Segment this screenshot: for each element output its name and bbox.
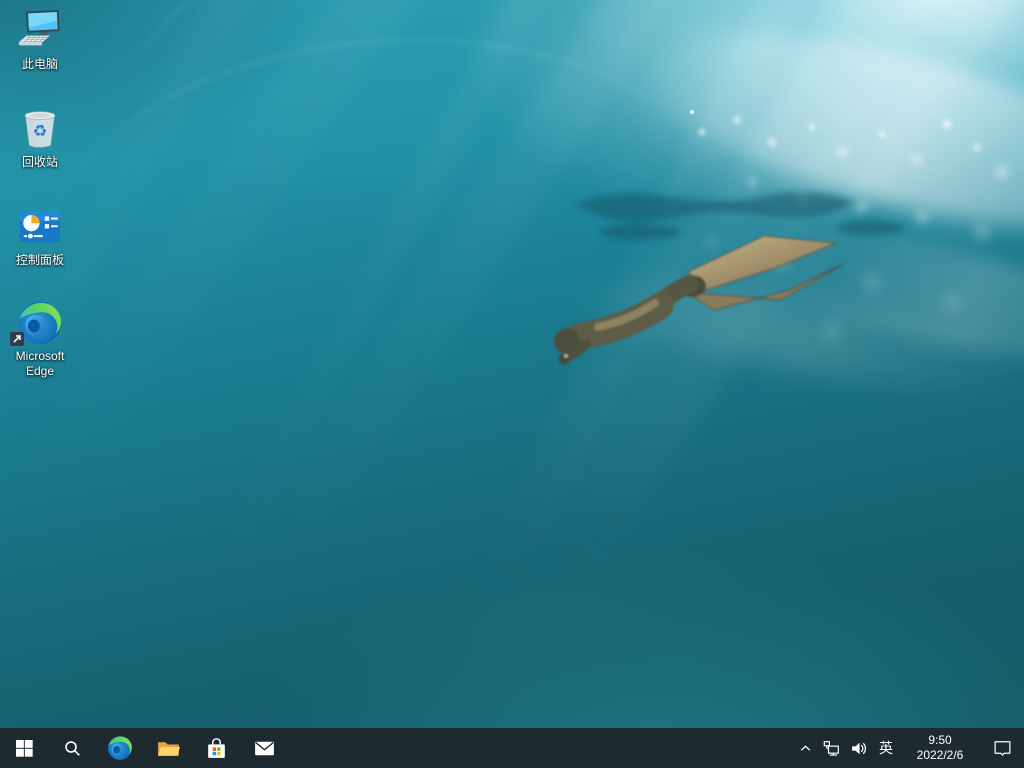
this-pc-icon	[17, 8, 63, 54]
desktop-icon-control-panel[interactable]: 控制面板	[1, 204, 79, 268]
action-center-icon	[993, 740, 1012, 757]
desktop-icon-label: 此电脑	[22, 57, 58, 72]
control-panel-icon	[17, 204, 63, 250]
mail-icon	[252, 736, 277, 761]
network-button[interactable]	[818, 728, 845, 768]
desktop-icon-recycle-bin[interactable]: ♻ 回收站	[1, 106, 79, 170]
ethernet-network-icon	[823, 740, 840, 757]
file-explorer-button[interactable]	[144, 728, 192, 768]
microsoft-store-icon	[204, 736, 229, 761]
desktop-icon-microsoft-edge[interactable]: Microsoft Edge	[1, 300, 79, 379]
folder-icon	[156, 736, 181, 761]
sunlight-sparkles	[690, 110, 694, 114]
tray-chevron-button[interactable]	[792, 728, 818, 768]
ime-language-button[interactable]: 英	[872, 728, 900, 768]
chevron-up-icon	[798, 741, 813, 756]
store-button[interactable]	[192, 728, 240, 768]
edge-icon	[17, 300, 63, 346]
speaker-icon	[850, 740, 867, 757]
desktop-wallpaper	[0, 0, 1024, 768]
desktop-icon-label: Microsoft Edge	[1, 349, 79, 379]
edge-icon	[107, 735, 133, 761]
system-tray: 英 9:50 2022/2/6	[792, 728, 1024, 768]
volume-button[interactable]	[845, 728, 872, 768]
svg-text:♻: ♻	[33, 122, 48, 141]
desktop-icon-label: 回收站	[22, 155, 58, 170]
search-button[interactable]	[48, 728, 96, 768]
taskbar: 英 9:50 2022/2/6	[0, 728, 1024, 768]
tray-time: 9:50	[928, 733, 951, 748]
shortcut-arrow-overlay	[10, 332, 24, 346]
windows-desktop: 此电脑 ♻ 回收站	[0, 0, 1024, 768]
recycle-bin-icon: ♻	[17, 106, 63, 152]
action-center-button[interactable]	[980, 728, 1024, 768]
tray-date: 2022/2/6	[917, 748, 964, 763]
taskbar-empty-area	[288, 728, 792, 768]
edge-taskbar-button[interactable]	[96, 728, 144, 768]
clock-button[interactable]: 9:50 2022/2/6	[900, 728, 980, 768]
desktop-icon-label: 控制面板	[16, 253, 64, 268]
windows-logo-icon	[16, 740, 33, 757]
start-button[interactable]	[0, 728, 48, 768]
search-icon	[64, 740, 81, 757]
desktop-icon-this-pc[interactable]: 此电脑	[1, 8, 79, 72]
mail-button[interactable]	[240, 728, 288, 768]
